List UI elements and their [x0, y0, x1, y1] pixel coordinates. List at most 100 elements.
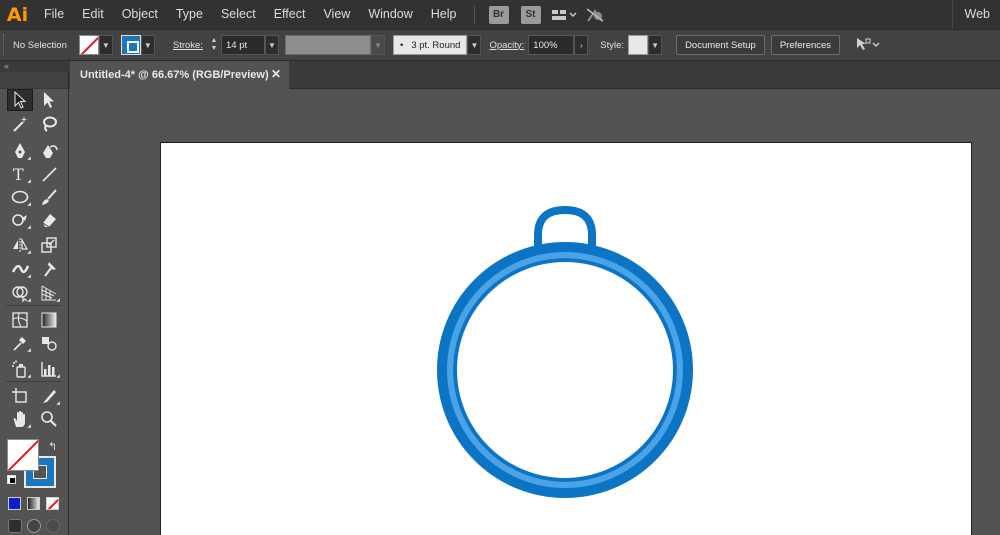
preferences-button[interactable]: Preferences — [770, 35, 841, 55]
blend-tool-icon[interactable] — [36, 332, 62, 354]
menu-divider — [473, 5, 475, 24]
variable-width-dropdown[interactable]: ▼ — [370, 35, 385, 55]
mesh-tool-icon[interactable] — [7, 309, 33, 331]
stroke-dropdown[interactable]: ▼ — [140, 35, 155, 55]
line-segment-tool-icon[interactable] — [36, 163, 62, 185]
stock-button[interactable]: St — [520, 5, 541, 24]
arrange-documents-icon[interactable] — [551, 8, 577, 22]
reflect-tool-icon[interactable] — [7, 234, 33, 256]
toolbar-divider — [6, 305, 62, 306]
tools-panel-header[interactable] — [0, 72, 68, 89]
draw-behind-icon[interactable] — [27, 519, 41, 533]
ellipse-tool-icon[interactable] — [7, 186, 33, 208]
document-tab[interactable]: Untitled-4* @ 66.67% (RGB/Preview) ✕ — [70, 61, 289, 89]
type-tool-icon[interactable]: T — [7, 163, 33, 185]
tool-group-indicator — [27, 274, 31, 278]
style-dropdown[interactable]: ▼ — [648, 35, 663, 55]
paintbrush-tool-icon[interactable] — [36, 186, 62, 208]
variable-width-profile[interactable] — [284, 35, 371, 55]
fill-swatch[interactable] — [78, 35, 99, 55]
style-label: Style: — [600, 39, 625, 51]
lasso-tool-icon[interactable] — [36, 113, 62, 135]
gradient-tool-icon[interactable] — [36, 309, 62, 331]
none-mode-icon[interactable] — [46, 497, 59, 510]
default-fill-stroke-icon[interactable] — [7, 475, 16, 484]
document-tab-strip: « Untitled-4* @ 66.67% (RGB/Preview) ✕ — [0, 61, 1000, 89]
control-bar: No Selection ▼ ▼ Stroke: ▲ ▼ 14 pt ▼ ▼ • 3… — [0, 29, 1000, 61]
stroke-label[interactable]: Stroke: — [173, 40, 203, 51]
fill-dropdown[interactable]: ▼ — [98, 35, 113, 55]
draw-inside-icon[interactable] — [46, 519, 60, 533]
menu-select[interactable]: Select — [212, 0, 265, 29]
tool-group-indicator — [56, 298, 60, 302]
default-inner — [10, 478, 15, 483]
tool-group-indicator — [56, 374, 60, 378]
menu-view[interactable]: View — [314, 0, 359, 29]
column-graph-tool-icon[interactable] — [36, 358, 62, 380]
app-logo: Ai — [6, 3, 29, 26]
hand-tool-icon[interactable] — [7, 408, 33, 430]
tool-group-indicator — [27, 424, 31, 428]
eraser-tool-icon[interactable] — [36, 209, 62, 231]
gpu-performance-icon[interactable] — [585, 7, 605, 23]
draw-normal-icon[interactable] — [8, 519, 22, 533]
workspace-switcher[interactable]: Web — [951, 0, 1000, 29]
direct-selection-tool-icon[interactable] — [36, 89, 62, 111]
artboard[interactable] — [160, 142, 972, 535]
menu-file[interactable]: File — [35, 0, 73, 29]
gradient-mode-icon[interactable] — [27, 497, 40, 510]
fill-color-box[interactable] — [7, 439, 39, 471]
close-tab-icon[interactable]: ✕ — [271, 67, 281, 81]
puppet-warp-tool-icon[interactable] — [36, 258, 62, 280]
brush-label: 3 pt. Round — [411, 39, 461, 51]
opacity-dropdown[interactable]: › — [574, 35, 589, 55]
tool-group-indicator — [27, 156, 31, 160]
graphic-style-swatch[interactable] — [628, 35, 649, 55]
stroke-weight-dropdown[interactable]: ▼ — [264, 35, 279, 55]
symbol-sprayer-tool-icon[interactable] — [7, 358, 33, 380]
menu-edit[interactable]: Edit — [73, 0, 113, 29]
stroke-weight-field[interactable]: 14 pt — [220, 35, 265, 55]
svg-text:T: T — [13, 165, 24, 183]
scale-tool-icon[interactable] — [36, 234, 62, 256]
document-setup-button[interactable]: Document Setup — [676, 35, 765, 55]
menu-effect[interactable]: Effect — [265, 0, 315, 29]
menu-bar: Ai File Edit Object Type Select Effect V… — [0, 0, 1000, 29]
select-similar-icon[interactable] — [854, 37, 880, 53]
panel-grip[interactable] — [3, 34, 7, 56]
magic-wand-tool-icon[interactable] — [7, 113, 33, 135]
opacity-label[interactable]: Opacity: — [489, 40, 524, 51]
curvature-tool-icon[interactable] — [36, 140, 62, 162]
menu-help[interactable]: Help — [422, 0, 466, 29]
tool-group-indicator — [27, 225, 31, 229]
eyedropper-tool-icon[interactable] — [7, 332, 33, 354]
selection-status: No Selection — [13, 39, 67, 51]
stroke-spinner[interactable]: ▲ ▼ — [207, 35, 221, 55]
tool-group-indicator — [27, 250, 31, 254]
menu-object[interactable]: Object — [113, 0, 167, 29]
swap-fill-stroke-icon[interactable]: ↰ — [48, 440, 57, 453]
stroke-swatch[interactable] — [120, 35, 141, 55]
artboard-tool-icon[interactable] — [7, 385, 33, 407]
slice-tool-icon[interactable] — [36, 385, 62, 407]
width-tool-icon[interactable] — [7, 258, 33, 280]
brush-definition[interactable]: • 3 pt. Round — [392, 35, 468, 55]
zoom-tool-icon[interactable] — [36, 408, 62, 430]
shaper-tool-icon[interactable] — [7, 209, 33, 231]
tool-group-indicator — [27, 202, 31, 206]
tool-group-indicator — [27, 298, 31, 302]
selection-tool-icon[interactable] — [7, 89, 33, 111]
menu-type[interactable]: Type — [167, 0, 212, 29]
color-mode-icon[interactable] — [8, 497, 21, 510]
none-slash — [8, 440, 38, 470]
perspective-grid-tool-icon[interactable] — [36, 282, 62, 304]
toolbar-divider — [6, 381, 62, 382]
bridge-button[interactable]: Br — [488, 5, 509, 24]
menu-window[interactable]: Window — [359, 0, 421, 29]
pen-tool-icon[interactable] — [7, 140, 33, 162]
shape-builder-tool-icon[interactable] — [7, 282, 33, 304]
opacity-field[interactable]: 100% — [528, 35, 575, 55]
tool-group-indicator — [27, 179, 31, 183]
brush-dropdown[interactable]: ▼ — [467, 35, 482, 55]
collapse-toolbar-icon[interactable]: « — [4, 61, 9, 71]
